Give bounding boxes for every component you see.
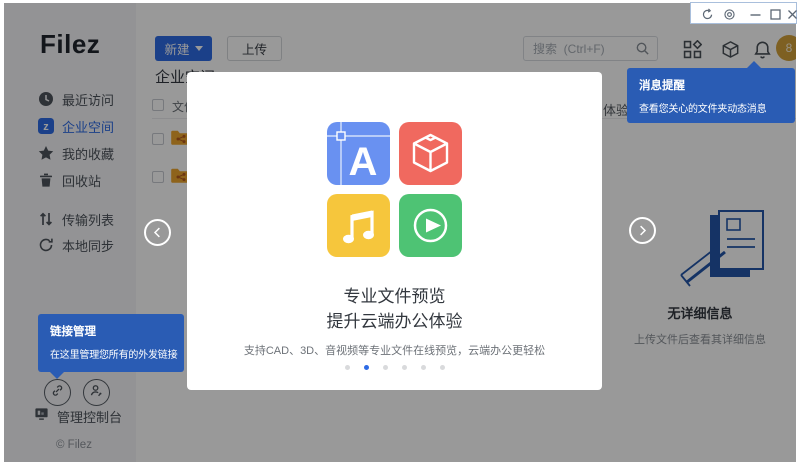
- modal-title-line1: 专业文件预览: [343, 287, 446, 306]
- carousel-dot[interactable]: [344, 365, 350, 370]
- tooltip-body: 查看您关心的文件夹动态消息: [639, 104, 767, 115]
- tooltip-title: 链接管理: [50, 326, 96, 338]
- preview-icon-grid: A: [327, 122, 462, 257]
- tooltip-title: 消息提醒: [639, 80, 685, 92]
- carousel-prev-button[interactable]: [144, 219, 171, 246]
- app-window: Filez 最近访问 z 企业空间 我的收藏 回收站 传输列表 本地同步 管理控…: [0, 0, 800, 466]
- gear-icon[interactable]: [723, 8, 736, 21]
- message-reminder-tooltip: 消息提醒 查看您关心的文件夹动态消息: [627, 61, 795, 123]
- minimize-icon[interactable]: [749, 8, 762, 21]
- carousel-dot[interactable]: [439, 365, 445, 370]
- refresh-icon[interactable]: [701, 8, 714, 21]
- carousel-dots: [187, 365, 602, 370]
- modal-subtitle: 支持CAD、3D、音视频等专业文件在线预览，云端办公更轻松: [243, 345, 546, 357]
- link-manager-tooltip: 链接管理 在这里管理您所有的外发链接: [38, 314, 184, 379]
- carousel-dot[interactable]: [401, 365, 407, 370]
- cube-3d-icon: [399, 122, 462, 185]
- svg-text:A: A: [349, 140, 378, 184]
- onboarding-modal: A 专业文件预览 提升云端办公体验 支持CAD、3D、音视频等专业文件在线预览，…: [187, 72, 602, 390]
- chevron-left-icon: [153, 227, 160, 238]
- carousel-dot-active[interactable]: [363, 365, 369, 370]
- tooltip-arrow-up: [747, 61, 761, 68]
- window-controls: [690, 2, 797, 24]
- modal-title-line2: 提升云端办公体验: [326, 312, 463, 331]
- maximize-icon[interactable]: [769, 8, 782, 21]
- tooltip-arrow-down: [50, 372, 64, 379]
- carousel-dot[interactable]: [420, 365, 426, 370]
- chevron-right-icon: [640, 225, 647, 236]
- modal-title: 专业文件预览 提升云端办公体验: [187, 284, 602, 334]
- close-icon[interactable]: [786, 8, 799, 21]
- cad-preview-icon: A: [327, 122, 390, 185]
- carousel-next-button[interactable]: [629, 217, 656, 244]
- tooltip-body: 在这里管理您所有的外发链接: [50, 350, 178, 361]
- music-note-icon: [327, 194, 390, 257]
- video-play-icon: [399, 194, 462, 257]
- carousel-dot[interactable]: [382, 365, 388, 370]
